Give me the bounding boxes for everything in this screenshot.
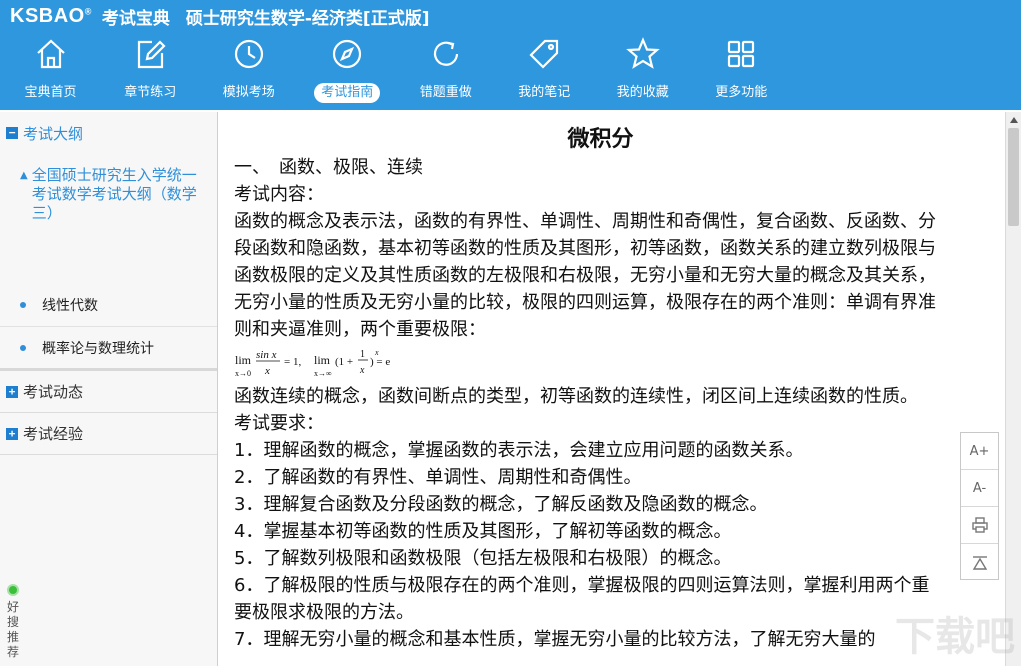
sidebar-section-label: 考试经验 [23,425,84,443]
list-item: 7．理解无穷小量的概念和基本性质，掌握无穷小量的比较方法，了解无穷大量的 [234,629,876,650]
formula-sub: x→∞ [314,369,332,378]
edit-icon [132,36,168,72]
recommend-char: 荐 [6,645,19,659]
collapse-icon[interactable]: − [6,127,18,139]
list-item: 6．了解极限的性质与极限存在的两个准则，掌握极限的四则运算法则，掌握利用两个重要… [234,575,930,623]
reading-tools: A+ A- [960,432,999,580]
formula-eq: = 1, [284,356,301,368]
formula-body: (1 + [335,356,353,368]
nav-item-chapter-practice[interactable]: 章节练习 [101,34,200,106]
formula-den: x [359,365,365,376]
print-button[interactable] [961,507,998,544]
font-decrease-button[interactable]: A- [961,470,998,507]
app-logo-cn: 考试宝典 [101,8,170,29]
recommend-char: 推 [6,630,19,644]
title-bar: KSBAO® 考试宝典 硕士研究生数学-经济类[正式版] [10,4,430,29]
sidebar-section-syllabus[interactable]: − 考试大纲 [0,112,217,154]
formula-sub: x→0 [235,369,251,378]
star-icon [625,36,661,72]
recommend-widget[interactable]: 好 搜 推 荐 [2,584,24,660]
nav-label: 模拟考场 [222,85,275,100]
clock-icon [231,36,267,72]
formula-den: x [264,365,270,377]
paragraph: 函数连续的概念，函数间断点的类型，初等函数的连续性，闭区间上连续函数的性质。 [234,386,918,407]
list-item: 5．了解数列极限和函数极限（包括左极限和右极限）的概念。 [234,548,732,569]
status-dot-icon [7,584,19,596]
tree-leaf-linear-algebra[interactable]: 线性代数 [0,284,217,326]
nav-label: 我的笔记 [518,85,571,100]
grid-icon [723,36,759,72]
list-item: 3．理解复合函数及分段函数的概念，了解反函数及隐函数的概念。 [234,494,768,515]
sidebar-section-news[interactable]: + 考试动态 [0,371,217,413]
font-increase-button[interactable]: A+ [961,433,998,470]
list-item: 1．理解函数的概念，掌握函数的表示法，会建立应用问题的函数关系。 [234,440,804,461]
formula-eq: ) = e [370,356,390,368]
page-title: 微积分 [567,127,634,152]
nav-item-more-functions[interactable]: 更多功能 [692,34,791,106]
sidebar-section-label: 考试大纲 [23,124,84,143]
formula-num: sin x [256,349,277,361]
main-nav: 宝典首页 章节练习 模拟考场 考试指南 错题重做 我的笔记 我的收藏 更多功能 [0,34,791,106]
formula-lim: lim [235,353,252,367]
app-title: 硕士研究生数学-经济类[正式版] [185,8,430,29]
bullet-icon [20,344,26,351]
nav-item-exam-guide[interactable]: 考试指南 [298,34,397,106]
nav-item-mock-exam[interactable]: 模拟考场 [200,34,299,106]
tree-leaf-label: 概率论与数理统计 [42,340,154,357]
nav-label: 章节练习 [124,85,177,100]
formula-num: 1 [360,349,365,360]
nav-label: 我的收藏 [616,85,669,100]
nav-item-redo-mistakes[interactable]: 错题重做 [397,34,496,106]
triangle-up-icon: ▲ [20,170,28,181]
tree-leaf-label: 线性代数 [42,298,98,314]
nav-item-my-favorites[interactable]: 我的收藏 [594,34,693,106]
tree-item-label: 全国硕士研究生入学统一考试数学考试大纲（数学三） [31,166,197,222]
back-to-top-icon [972,555,987,570]
scrollbar-thumb[interactable] [1008,128,1019,226]
expand-icon[interactable]: + [6,427,18,440]
bullet-icon [20,302,26,308]
nav-label: 宝典首页 [24,85,77,100]
vertical-scrollbar[interactable] [1005,112,1021,666]
label-exam-requirements: 考试要求： [234,413,324,434]
list-item: 2．了解函数的有界性、单调性、周期性和奇偶性。 [234,467,642,488]
scroll-up-icon[interactable] [1006,112,1021,128]
sidebar-section-experience[interactable]: + 考试经验 [0,413,217,455]
label-exam-content: 考试内容： [234,184,324,205]
nav-item-home[interactable]: 宝典首页 [0,34,101,106]
nav-label: 错题重做 [419,85,472,100]
formula-sup: x [374,348,379,357]
sidebar-section-label: 考试动态 [23,383,84,401]
app-header: KSBAO® 考试宝典 硕士研究生数学-经济类[正式版] 宝典首页 章节练习 模… [0,0,1021,110]
tree-item-syllabus-math3[interactable]: ▲ 全国硕士研究生入学统一考试数学考试大纲（数学三） [0,154,217,284]
home-icon [33,36,69,72]
tag-icon [526,36,562,72]
nav-label: 考试指南 [314,83,381,103]
sidebar: − 考试大纲 ▲ 全国硕士研究生入学统一考试数学考试大纲（数学三） 线性代数 概… [0,112,218,666]
paragraph: 函数的概念及表示法，函数的有界性、单调性、周期性和奇偶性，复合函数、反函数、分段… [234,211,936,340]
compass-icon [329,36,365,72]
back-to-top-button[interactable] [961,544,998,581]
section-heading: 一、 函数、极限、连续 [234,157,423,178]
requirements-list: 1．理解函数的概念，掌握函数的表示法，会建立应用问题的函数关系。 2．了解函数的… [234,437,947,653]
formula-limits: lim x→0 sin x x = 1, lim x→∞ (1 + 1 x ) … [234,345,1007,381]
app-logo: KSBAO® [10,4,92,27]
list-item: 4．掌握基本初等函数的性质及其图形，了解初等函数的概念。 [234,521,732,542]
expand-icon[interactable]: + [6,385,18,398]
formula-lim: lim [314,353,331,367]
content-area: 微积分 一、 函数、极限、连续 考试内容： 函数的概念及表示法，函数的有界性、单… [219,112,1007,666]
tree-leaf-probability[interactable]: 概率论与数理统计 [0,326,217,368]
nav-label: 更多功能 [715,85,768,100]
nav-item-my-notes[interactable]: 我的笔记 [495,34,594,106]
print-icon [971,517,988,533]
watermark: 下载吧 [895,614,1015,660]
recommend-char: 搜 [6,615,19,629]
recommend-char: 好 [6,600,19,614]
refresh-icon [428,36,464,72]
